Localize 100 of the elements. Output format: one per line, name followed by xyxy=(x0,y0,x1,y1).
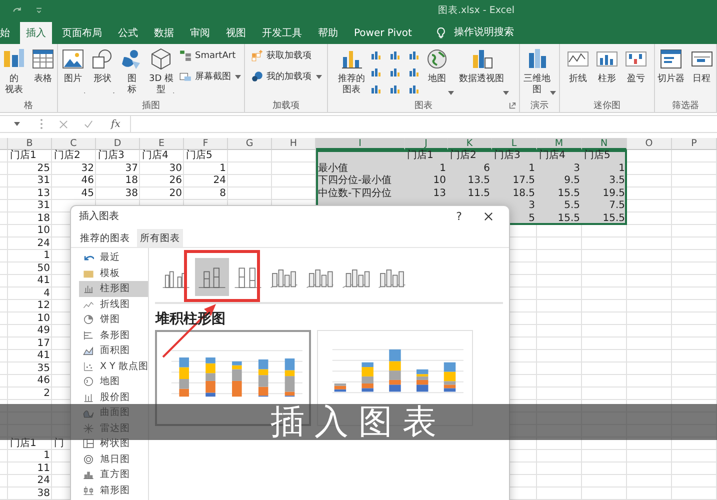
globe-icon xyxy=(425,47,449,71)
chart-type-item[interactable]: 树状图 xyxy=(79,436,148,452)
ribbon-button[interactable]: 折线 xyxy=(566,47,590,85)
column-header[interactable]: L xyxy=(492,138,537,150)
ribbon-tab[interactable]: 数据 xyxy=(148,22,180,44)
chart-icon[interactable] xyxy=(389,83,401,95)
chart-type-item[interactable]: 旭日图 xyxy=(79,452,148,467)
chart-subtype-button[interactable] xyxy=(195,258,230,296)
table-cell: 7.5 xyxy=(582,200,627,212)
ribbon-button[interactable]: 推荐的 图表 xyxy=(338,47,365,96)
ribbon-button[interactable]: 形状 xyxy=(90,47,114,85)
ribbon-button[interactable]: 三维地 图 xyxy=(524,47,550,96)
close-icon[interactable] xyxy=(484,212,493,220)
window-title: 图表.xlsx - Excel xyxy=(438,4,514,16)
insert-function-button[interactable]: fx xyxy=(111,118,120,130)
column-header[interactable]: J xyxy=(405,138,448,150)
ribbon-button[interactable]: 表格 xyxy=(31,47,55,85)
caret-icon[interactable] xyxy=(14,122,20,126)
chart-type-item[interactable]: 条形图 xyxy=(79,328,148,343)
ribbon-button[interactable]: 屏幕截图 xyxy=(178,70,231,83)
ribbon-tab[interactable]: Power Pivot xyxy=(348,22,418,44)
chart-type-item[interactable]: 直方图 xyxy=(79,467,148,482)
slicer-icon xyxy=(659,47,683,71)
ribbon-button[interactable]: 柱形 xyxy=(595,47,619,85)
help-button[interactable]: ? xyxy=(456,210,462,222)
chart-type-item[interactable]: 饼图 xyxy=(79,312,148,328)
caret-icon[interactable] xyxy=(448,91,454,95)
chart-type-item[interactable]: 股价图 xyxy=(79,390,148,405)
chart-icon[interactable] xyxy=(408,66,420,78)
launcher-icon[interactable] xyxy=(509,102,516,109)
caret-icon[interactable] xyxy=(503,91,509,95)
chart-type-item[interactable]: 最近 xyxy=(79,250,148,266)
chart-type-item[interactable]: 箱形图 xyxy=(79,482,148,498)
chart-icon[interactable] xyxy=(389,49,401,61)
chart-type-label: 条形图 xyxy=(100,328,130,342)
table-cell: 37 xyxy=(125,162,138,174)
caret-icon[interactable] xyxy=(234,74,241,78)
column-header[interactable]: M xyxy=(537,138,582,150)
ribbon-button[interactable]: 的 视表 xyxy=(2,47,26,96)
ribbon-tab[interactable]: 插入 xyxy=(20,22,52,44)
table-cell: 32 xyxy=(81,162,94,174)
ribbon-tab[interactable]: 视图 xyxy=(220,22,252,44)
cancel-icon[interactable] xyxy=(59,120,68,128)
ribbon-tab[interactable]: 始 xyxy=(0,22,16,44)
ribbon-button[interactable]: 地图 xyxy=(425,47,449,85)
table-cell: 31 xyxy=(37,175,50,186)
puzzle-icon xyxy=(250,70,264,83)
chart-type-item[interactable]: 地图 xyxy=(79,374,148,390)
chart-type-item[interactable]: X Y 散点图 xyxy=(79,358,148,374)
chart-icon[interactable] xyxy=(408,49,420,61)
ribbon-button[interactable]: 切片器 xyxy=(658,47,684,85)
chart-type-item[interactable]: 折线图 xyxy=(79,296,148,312)
ribbon-button[interactable]: 图 标 xyxy=(120,47,144,96)
table-cell: 5.5 xyxy=(537,200,582,212)
customize-icon[interactable] xyxy=(34,5,44,15)
chart-type-item[interactable]: 模板 xyxy=(79,266,148,281)
ribbon-tab[interactable]: 公式 xyxy=(112,22,144,44)
group-label: 加载项 xyxy=(272,100,300,112)
caret-icon[interactable] xyxy=(550,91,556,95)
column-header[interactable]: N xyxy=(582,138,627,150)
ribbon-button[interactable]: 日程 xyxy=(690,47,714,85)
ribbon-button[interactable]: 数据透视图 xyxy=(459,47,504,85)
chart-icon[interactable] xyxy=(389,66,401,78)
chart-bar xyxy=(444,362,456,372)
bar-chart-icon xyxy=(83,330,94,341)
dialog-tab[interactable]: 所有图表 xyxy=(137,229,183,247)
ribbon-button[interactable]: 我的加载项 xyxy=(250,70,312,83)
lightbulb-icon[interactable] xyxy=(436,27,446,39)
check-icon[interactable] xyxy=(84,120,93,128)
chart-icon[interactable] xyxy=(408,83,420,95)
table-cell: 门店2 xyxy=(54,150,80,161)
smartart-icon xyxy=(178,49,192,62)
chart-icon[interactable] xyxy=(370,49,382,61)
ribbon-button[interactable]: 盈亏 xyxy=(624,47,648,85)
table-cell: 下四分位-最小值 xyxy=(316,175,405,188)
column-header[interactable]: I xyxy=(316,138,405,150)
table-cell: 45 xyxy=(81,188,94,198)
ribbon-tab[interactable]: 开发工具 xyxy=(256,22,308,44)
ribbon-button[interactable]: 3D 模 型 xyxy=(148,47,174,96)
drag-handle-icon[interactable] xyxy=(40,118,43,130)
table-cell: 35 xyxy=(37,362,50,374)
chart-type-label: 直方图 xyxy=(100,468,130,482)
ribbon-button[interactable]: SmartArt xyxy=(178,49,236,62)
ribbon-button[interactable]: 图片 xyxy=(61,47,85,85)
caret-icon[interactable] xyxy=(316,74,322,78)
ribbon-tab[interactable]: 审阅 xyxy=(184,22,216,44)
chart-type-label: 饼图 xyxy=(100,313,120,326)
search-field[interactable]: 操作说明搜索 xyxy=(454,22,514,44)
table-cell: 15.5 xyxy=(582,212,627,225)
ribbon-tab[interactable]: 页面布局 xyxy=(56,22,108,44)
column-header[interactable]: K xyxy=(448,138,492,150)
dialog-tab[interactable]: 推荐的图表 xyxy=(77,229,133,247)
stock-chart-icon xyxy=(83,392,94,403)
table-cell: 门店5 xyxy=(582,150,627,162)
ribbon-button[interactable]: 获取加载项 xyxy=(250,49,312,62)
chart-type-item[interactable]: 柱形图 xyxy=(79,281,148,296)
chart-icon[interactable] xyxy=(370,83,382,95)
chart-type-item[interactable]: 面积图 xyxy=(79,343,148,358)
ribbon-tab[interactable]: 帮助 xyxy=(312,22,344,44)
chart-icon[interactable] xyxy=(370,66,382,78)
